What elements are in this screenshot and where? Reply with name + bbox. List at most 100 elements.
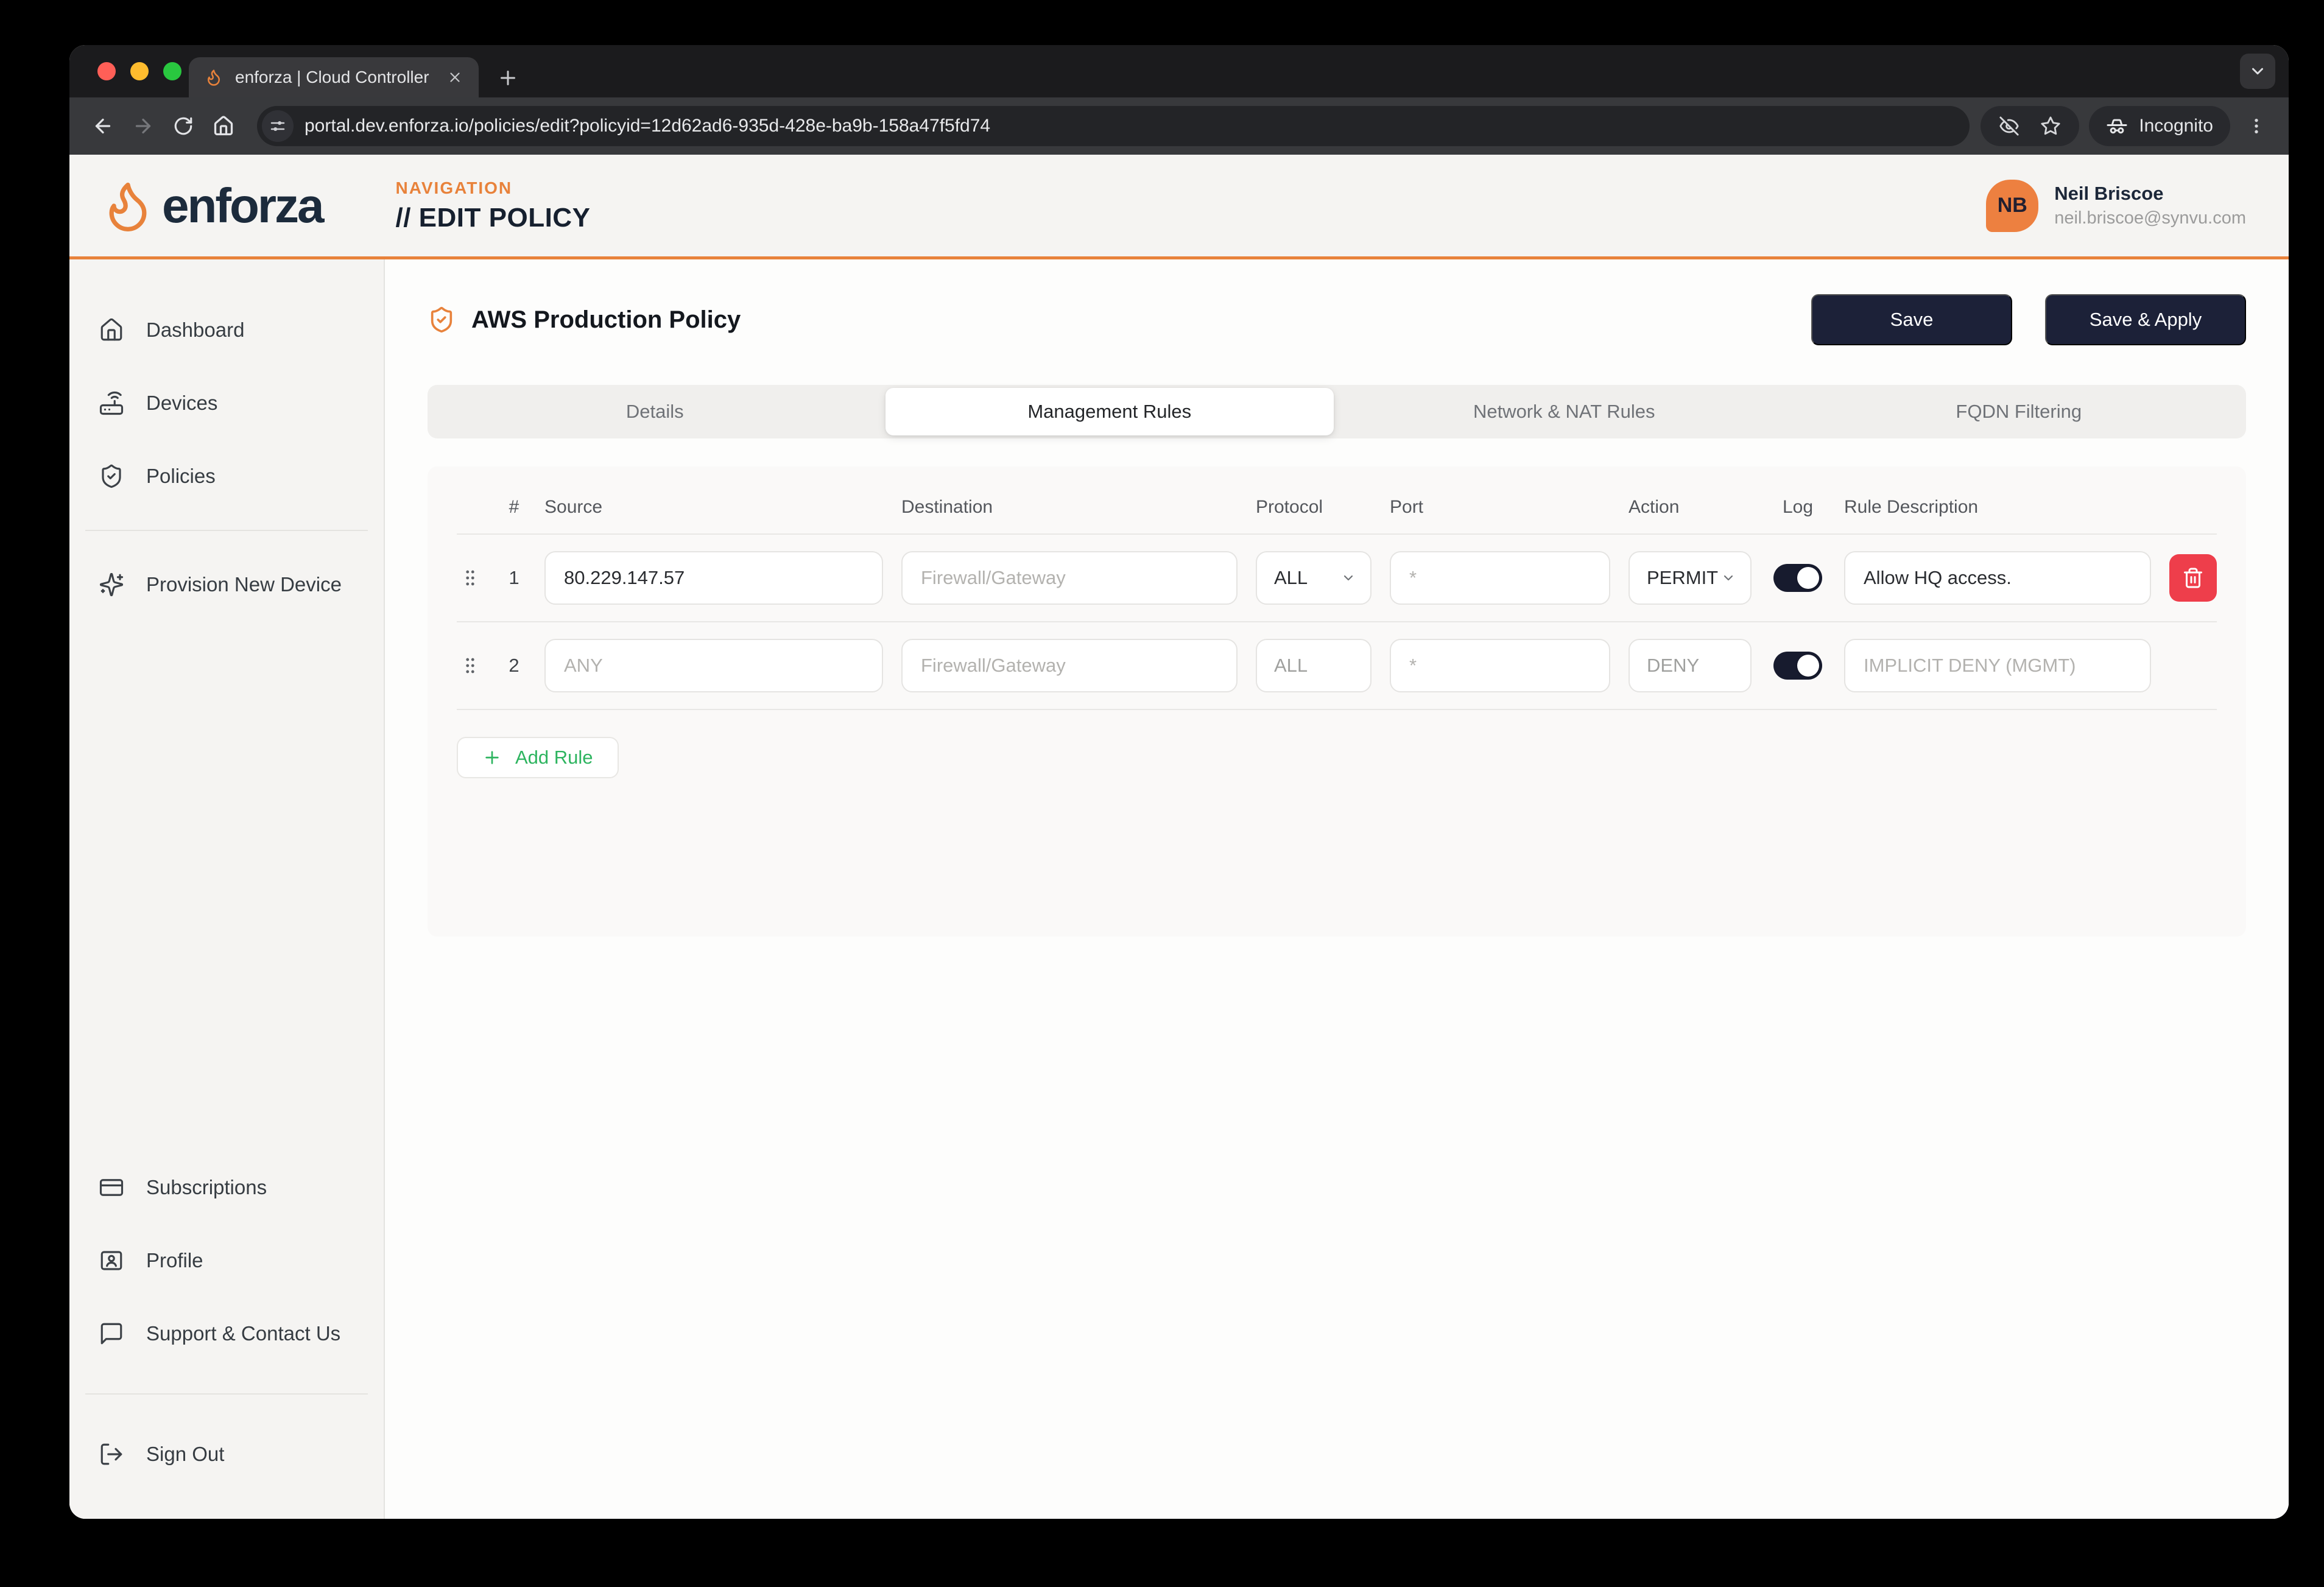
- minimize-window-button[interactable]: [130, 62, 149, 80]
- rule-description-input[interactable]: [1844, 639, 2151, 692]
- browser-toolbar: portal.dev.enforza.io/policies/edit?poli…: [69, 97, 2289, 155]
- sidebar-item-policies[interactable]: Policies: [69, 440, 384, 513]
- zoom-window-button[interactable]: [163, 62, 181, 80]
- new-tab-button[interactable]: [497, 67, 519, 89]
- column-header-port: Port: [1390, 497, 1424, 517]
- tune-icon: [270, 121, 285, 131]
- policy-tabs: Details Management Rules Network & NAT R…: [428, 385, 2246, 438]
- incognito-icon: [2107, 119, 2127, 134]
- url-text: portal.dev.enforza.io/policies/edit?poli…: [305, 116, 991, 136]
- sidebar-item-provision-new-device[interactable]: Provision New Device: [69, 548, 384, 621]
- source-input[interactable]: [544, 639, 883, 692]
- home-button[interactable]: [206, 108, 241, 144]
- app-header: enforza NAVIGATION // EDIT POLICY NB Nei…: [69, 155, 2289, 259]
- policy-title: AWS Production Policy: [471, 306, 741, 333]
- message-square-icon: [100, 1323, 122, 1345]
- sparkles-icon: [99, 572, 124, 597]
- flame-logo-icon: [109, 182, 147, 231]
- enforza-logo: enforza: [100, 178, 324, 234]
- save-button[interactable]: Save: [1811, 294, 2012, 345]
- user-info: NB Neil Briscoe neil.briscoe@synvu.com: [1986, 179, 2246, 232]
- brand-name: enforza: [162, 178, 324, 233]
- delete-rule-button[interactable]: [2169, 554, 2217, 602]
- sidebar-item-subscriptions[interactable]: Subscriptions: [69, 1151, 384, 1224]
- eye-off-icon[interactable]: [1999, 116, 2019, 136]
- sidebar-item-sign-out[interactable]: Sign Out: [69, 1418, 384, 1491]
- rule-row-2: 2 ALL DENY: [457, 622, 2217, 710]
- chevron-down-icon: [2252, 68, 2263, 75]
- main-content: AWS Production Policy Save Save & Apply …: [385, 259, 2289, 1519]
- port-input[interactable]: [1390, 639, 1610, 692]
- add-rule-button[interactable]: Add Rule: [457, 737, 619, 778]
- browser-window: enforza | Cloud Controller portal.dev.en…: [69, 45, 2289, 1519]
- window-controls: [97, 62, 181, 80]
- tab-network-nat-rules[interactable]: Network & NAT Rules: [1337, 385, 1792, 438]
- back-button[interactable]: [85, 108, 121, 144]
- forward-button[interactable]: [125, 108, 161, 144]
- sidebar-item-support[interactable]: Support & Contact Us: [69, 1297, 384, 1370]
- rule-row-1: 1 ALL PERMIT: [457, 535, 2217, 622]
- tab-strip: enforza | Cloud Controller: [69, 45, 2289, 97]
- drag-handle[interactable]: [457, 568, 484, 588]
- browser-tab[interactable]: enforza | Cloud Controller: [189, 57, 479, 97]
- sidebar-item-label: Devices: [146, 392, 218, 414]
- user-email: neil.briscoe@synvu.com: [2054, 208, 2246, 228]
- reload-button[interactable]: [166, 108, 201, 144]
- drag-handle[interactable]: [457, 655, 484, 676]
- sidebar-divider: [85, 530, 368, 531]
- destination-input[interactable]: [901, 551, 1238, 605]
- tab-details[interactable]: Details: [428, 385, 882, 438]
- action-select[interactable]: PERMIT: [1629, 551, 1752, 605]
- url-bar[interactable]: portal.dev.enforza.io/policies/edit?poli…: [257, 106, 1970, 146]
- tab-close-icon[interactable]: [447, 69, 463, 85]
- browser-menu-button[interactable]: [2240, 110, 2273, 143]
- rule-number: 2: [509, 655, 519, 676]
- column-header-num: #: [509, 497, 519, 517]
- site-settings-button[interactable]: [262, 110, 294, 142]
- log-out-icon: [100, 1443, 122, 1465]
- contact-card-icon: [100, 1251, 122, 1270]
- management-rules-panel: # Source Destination Protocol Port Actio…: [428, 466, 2246, 937]
- chevron-down-icon: [1724, 575, 1733, 581]
- sidebar-divider: [85, 1393, 368, 1395]
- log-toggle[interactable]: [1773, 652, 1822, 680]
- log-toggle[interactable]: [1773, 564, 1822, 592]
- tab-fqdn-filtering[interactable]: FQDN Filtering: [1792, 385, 2247, 438]
- enforza-app: enforza NAVIGATION // EDIT POLICY NB Nei…: [69, 155, 2289, 1519]
- chevron-down-icon: [1343, 575, 1353, 581]
- close-window-button[interactable]: [97, 62, 116, 80]
- source-input[interactable]: [544, 551, 883, 605]
- column-header-log: Log: [1782, 497, 1814, 517]
- avatar: NB: [1986, 179, 2039, 232]
- protocol-select[interactable]: ALL: [1256, 551, 1372, 605]
- sidebar-item-label: Profile: [146, 1249, 203, 1272]
- column-header-source: Source: [544, 497, 603, 517]
- sidebar-item-devices[interactable]: Devices: [69, 367, 384, 440]
- grip-dots-icon: [466, 658, 474, 674]
- sidebar-item-label: Subscriptions: [146, 1176, 267, 1198]
- port-input[interactable]: [1390, 551, 1610, 605]
- destination-input[interactable]: [901, 639, 1238, 692]
- sidebar-item-label: Sign Out: [146, 1443, 225, 1465]
- sidebar-item-profile[interactable]: Profile: [69, 1224, 384, 1297]
- user-name: Neil Briscoe: [2054, 183, 2164, 204]
- tab-search-button[interactable]: [2240, 54, 2275, 89]
- reload-icon: [174, 117, 192, 135]
- kebab-menu-icon: [2255, 119, 2258, 133]
- shield-check-icon: [102, 464, 121, 488]
- rule-number: 1: [509, 567, 519, 588]
- breadcrumb: NAVIGATION // EDIT POLICY: [396, 178, 591, 233]
- bookmark-star-icon[interactable]: [2040, 116, 2061, 136]
- sidebar-item-label: Policies: [146, 465, 216, 487]
- tab-management-rules[interactable]: Management Rules: [885, 388, 1334, 435]
- save-apply-button[interactable]: Save & Apply: [2045, 294, 2246, 345]
- forward-arrow-icon: [135, 118, 151, 134]
- plus-icon: [485, 751, 499, 764]
- column-header-action: Action: [1629, 497, 1680, 517]
- home-icon: [214, 116, 233, 136]
- sidebar-item-dashboard[interactable]: Dashboard: [69, 294, 384, 367]
- back-arrow-icon: [95, 118, 111, 134]
- sidebar: Dashboard Devices Policies Provision New…: [69, 259, 385, 1519]
- rule-description-input[interactable]: [1844, 551, 2151, 605]
- flame-favicon-icon: [208, 69, 220, 86]
